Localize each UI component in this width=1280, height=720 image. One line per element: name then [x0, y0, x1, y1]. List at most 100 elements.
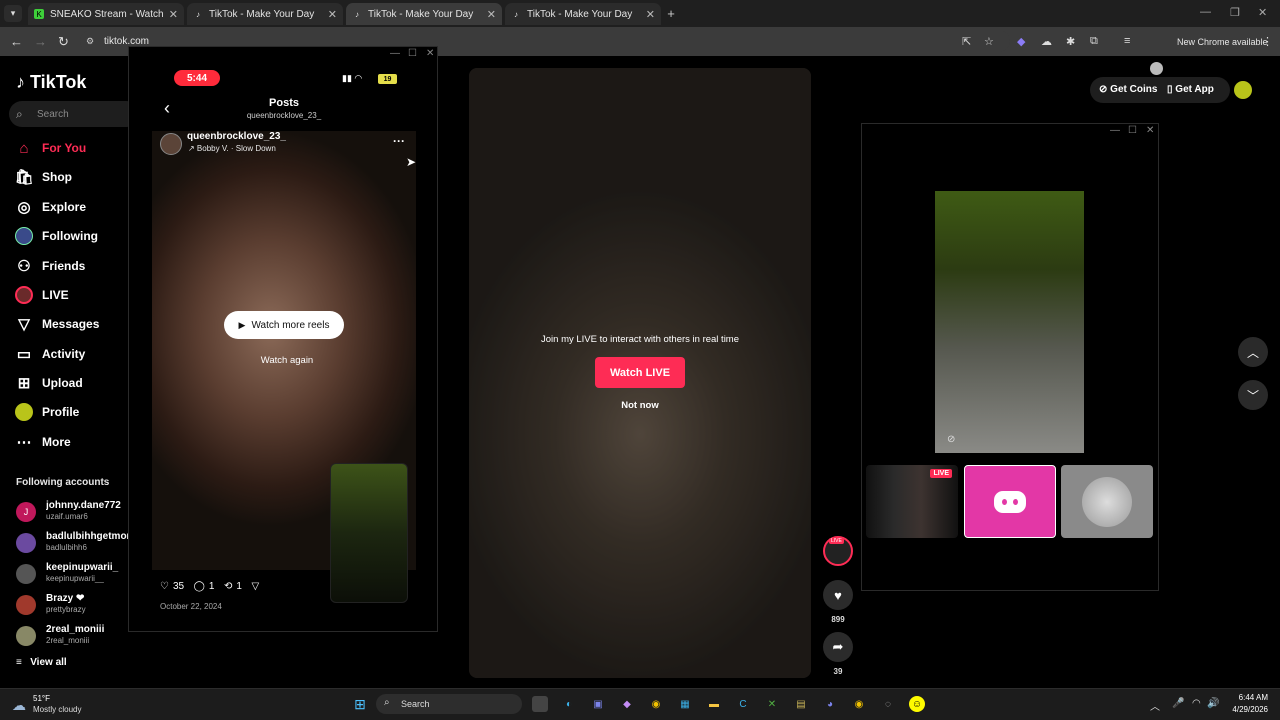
obs-icon[interactable]: ◌	[880, 696, 896, 712]
snapchat-icon[interactable]: ☺	[909, 696, 925, 712]
nav-upload[interactable]: ⊞ Upload	[14, 372, 83, 394]
following-account[interactable]: J johnny.dane772 uzaif.umar6	[16, 500, 136, 526]
capcut-icon[interactable]: C	[735, 696, 751, 712]
discord-thumbnail[interactable]	[964, 465, 1056, 538]
user-avatar[interactable]	[1234, 81, 1252, 99]
volume-icon[interactable]: 🔊	[1207, 698, 1219, 709]
back-chevron-icon[interactable]: ‹	[164, 98, 170, 119]
tab-search-button[interactable]: ▾	[4, 5, 22, 22]
comment-icon[interactable]: ◯	[194, 581, 205, 592]
copilot-icon[interactable]: ◆	[619, 696, 635, 712]
more-options-icon[interactable]: ···	[393, 134, 405, 148]
chrome-profile-icon[interactable]: ◉	[851, 696, 867, 712]
screen-share-thumbnail[interactable]: LIVE	[866, 465, 958, 538]
get-coins-button[interactable]: ⊘ Get Coins	[1099, 84, 1157, 95]
avatar[interactable]	[160, 133, 182, 155]
tab-tiktok-2[interactable]: ♪ TikTok - Make Your Day ✕	[346, 3, 502, 25]
close-tab-icon[interactable]: ✕	[646, 8, 655, 21]
post-author[interactable]: queenbrocklove_23_	[187, 131, 286, 142]
scroll-up-button[interactable]: ︿	[1238, 337, 1268, 367]
search-box[interactable]	[9, 101, 139, 127]
share-icon[interactable]: ▽	[252, 581, 260, 592]
watch-more-reels-button[interactable]: ▶ Watch more reels	[224, 311, 344, 339]
following-account[interactable]: badlulbihhgetmone badlulbihh6	[16, 531, 138, 557]
file-explorer-icon[interactable]: ▬	[706, 696, 722, 712]
close-window-icon[interactable]: ✕	[1258, 6, 1267, 19]
nav-activity[interactable]: ▭ Activity	[14, 343, 85, 365]
edge-icon[interactable]: ◐	[561, 696, 577, 712]
extension-cloud-icon[interactable]: ☁	[1041, 35, 1052, 48]
nav-messages[interactable]: ▽ Messages	[14, 313, 99, 335]
tray-chevron-icon[interactable]: ︿	[1150, 698, 1160, 713]
nav-profile[interactable]: Profile	[14, 401, 79, 423]
nav-live[interactable]: LIVE	[14, 284, 69, 306]
forward-icon[interactable]: →	[34, 34, 47, 49]
get-app-button[interactable]: ▯ Get App	[1167, 84, 1214, 95]
profile-avatar[interactable]	[1150, 62, 1163, 75]
taskbar-search[interactable]	[376, 694, 522, 714]
taskbar-date[interactable]: 4/29/2026	[1220, 705, 1268, 714]
watch-live-button[interactable]: Watch LIVE	[595, 357, 685, 388]
repost-icon[interactable]: ⟲	[224, 581, 232, 592]
tab-tiktok-3[interactable]: ♪ TikTok - Make Your Day ✕	[505, 3, 661, 25]
watch-again-link[interactable]: Watch again	[240, 355, 334, 366]
mute-icon[interactable]: ⊘	[947, 434, 955, 445]
extension-icon[interactable]: ✱	[1066, 35, 1075, 48]
post-music[interactable]: ↗ Bobby V. · Slow Down	[188, 144, 276, 153]
store-icon[interactable]: ▦	[677, 696, 693, 712]
chrome-menu-icon[interactable]: ⋮	[1262, 35, 1273, 48]
close-tab-icon[interactable]: ✕	[487, 8, 496, 21]
app-icon[interactable]: ▤	[793, 696, 809, 712]
search-input[interactable]: Search	[37, 109, 69, 120]
discord-taskbar-icon[interactable]: ◕	[822, 696, 838, 712]
nav-explore[interactable]: ◎ Explore	[14, 196, 86, 218]
nav-shop[interactable]: 🛍 Shop	[14, 166, 72, 188]
like-button[interactable]: ♥	[823, 580, 853, 610]
heart-icon[interactable]: ♡	[160, 581, 169, 592]
reload-icon[interactable]: ↻	[58, 34, 69, 50]
not-now-button[interactable]: Not now	[600, 400, 680, 411]
taskbar-time[interactable]: 6:44 AM	[1226, 693, 1268, 702]
new-chrome-available[interactable]: New Chrome available	[1177, 37, 1268, 47]
minimize-icon[interactable]: —	[1200, 6, 1211, 18]
maximize-icon[interactable]: ☐	[1128, 125, 1137, 136]
scroll-down-button[interactable]: ﹀	[1238, 380, 1268, 410]
live-video[interactable]	[935, 191, 1084, 453]
nav-following[interactable]: Following	[14, 225, 98, 247]
taskbar-search-label[interactable]: Search	[401, 699, 430, 709]
close-tab-icon[interactable]: ✕	[169, 8, 178, 21]
participant-thumbnail[interactable]	[1061, 465, 1153, 538]
xbox-icon[interactable]: ✕	[764, 696, 780, 712]
close-icon[interactable]: ✕	[1146, 125, 1154, 136]
site-info-icon[interactable]: ⚙	[86, 36, 94, 47]
wifi-icon[interactable]: ◠	[1192, 698, 1201, 709]
back-icon[interactable]: ←	[10, 34, 23, 49]
minimize-icon[interactable]: —	[1110, 125, 1120, 136]
weather-temp[interactable]: 51°F	[33, 694, 50, 703]
following-account[interactable]: keepinupwarii_ keepinupwarii__	[16, 562, 136, 588]
teams-icon[interactable]: ▣	[590, 696, 606, 712]
windows-start-icon[interactable]: ⊞	[352, 696, 368, 712]
nav-more[interactable]: ⋯ More	[14, 431, 71, 453]
view-all-link[interactable]: ≡ View all	[16, 657, 67, 668]
maximize-icon[interactable]: ☐	[408, 48, 417, 59]
tab-tiktok-1[interactable]: ♪ TikTok - Make Your Day ✕	[187, 3, 343, 25]
weather-status[interactable]: Mostly cloudy	[33, 705, 81, 714]
following-account[interactable]: 2real_moniii 2real_moniii	[16, 624, 136, 650]
share-button[interactable]: ➦	[823, 632, 853, 662]
extensions-puzzle-icon[interactable]: ⧉	[1090, 35, 1098, 48]
tab-sneako[interactable]: K SNEAKO Stream - Watch Live o ✕	[28, 3, 184, 25]
tiktok-logo[interactable]: ♪ TikTok	[16, 72, 86, 93]
bookmark-star-icon[interactable]: ☆	[984, 35, 994, 48]
extension-icon[interactable]: ◆	[1017, 35, 1025, 48]
close-tab-icon[interactable]: ✕	[328, 8, 337, 21]
weather-cloud-icon[interactable]: ☁	[12, 697, 26, 714]
pip-thumbnail[interactable]	[330, 463, 408, 603]
microphone-icon[interactable]: 🎤	[1172, 698, 1184, 709]
maximize-icon[interactable]: ❐	[1230, 6, 1240, 19]
nav-friends[interactable]: ⚇ Friends	[14, 255, 85, 277]
nav-for-you[interactable]: ⌂ For You	[14, 137, 86, 159]
close-icon[interactable]: ✕	[426, 48, 434, 59]
new-tab-button[interactable]: +	[664, 6, 678, 21]
following-account[interactable]: Brazy ❤ prettybrazy	[16, 593, 136, 619]
